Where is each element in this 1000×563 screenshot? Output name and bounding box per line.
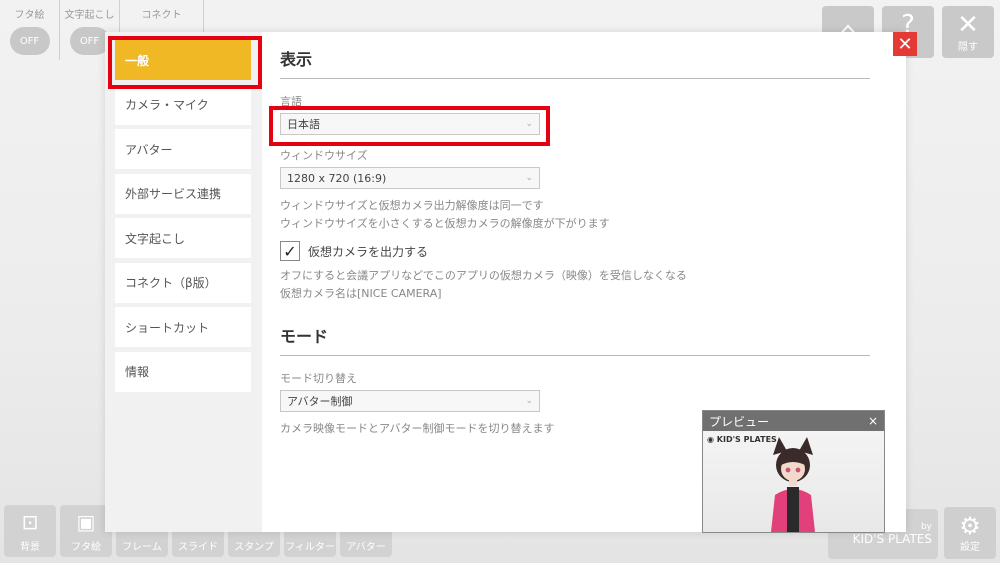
- display-section-title: 表示: [280, 46, 870, 79]
- settings-sidebar: 一般 カメラ・マイク アバター 外部サービス連携 文字起こし コネクト（β版） …: [105, 32, 262, 532]
- brand-name: KID'S PLATES: [852, 532, 932, 546]
- settings-content: 表示 言語 日本語 ⌄ ウィンドウサイズ 1280 x 720 (16:9) ⌄…: [280, 46, 870, 438]
- settings-button[interactable]: ⚙ 設定: [944, 507, 996, 559]
- preview-window: プレビュー × ◉ KID'S PLATES: [702, 410, 885, 533]
- preview-close-button[interactable]: ×: [868, 414, 878, 428]
- preview-header: プレビュー ×: [703, 411, 884, 431]
- mode-switch-label: モード切り替え: [280, 372, 357, 385]
- button-label: アバター: [346, 542, 386, 553]
- mode-section-title: モード: [280, 323, 870, 356]
- virtual-camera-label: 仮想カメラを出力する: [308, 244, 429, 259]
- hide-label: 隠す: [958, 41, 978, 53]
- sidebar-item-camera-mic[interactable]: カメラ・マイク: [115, 84, 251, 125]
- sidebar-item-avatar[interactable]: アバター: [115, 129, 251, 169]
- mode-value: アバター制御: [287, 395, 353, 408]
- by-label: by: [920, 522, 932, 532]
- button-label: フレーム: [122, 542, 162, 553]
- sidebar-item-shortcuts[interactable]: ショートカット: [115, 307, 251, 347]
- hide-button[interactable]: ✕ 隠す: [942, 6, 994, 58]
- check-icon: ✓: [283, 241, 297, 261]
- toggle-switch[interactable]: OFF: [69, 27, 110, 55]
- toggle-label: フタ絵: [14, 10, 45, 21]
- button-label: フタ絵: [71, 542, 101, 553]
- chevron-down-icon: ⌄: [525, 396, 533, 406]
- gear-icon: ⚙: [959, 511, 981, 540]
- language-select[interactable]: 日本語 ⌄: [280, 113, 540, 135]
- lid-picture-icon: ▣: [76, 510, 96, 534]
- background-icon: ⊡: [21, 510, 39, 534]
- toggle-label: 文字起こし: [64, 10, 115, 21]
- preview-canvas: ◉ KID'S PLATES: [703, 431, 884, 532]
- button-label: スライド: [178, 542, 218, 553]
- button-label: フィルター: [285, 542, 335, 553]
- window-size-label: ウィンドウサイズ: [280, 149, 368, 162]
- button-label: スタンプ: [234, 542, 274, 553]
- close-icon: ✕: [897, 33, 913, 55]
- settings-label: 設定: [960, 541, 980, 553]
- sidebar-item-connect-beta[interactable]: コネクト（β版）: [115, 262, 251, 303]
- window-size-help-1: ウィンドウサイズと仮想カメラ出力解像度は同一です: [280, 199, 544, 212]
- toggle-switch[interactable]: OFF: [9, 27, 50, 55]
- chevron-down-icon: ⌄: [525, 119, 533, 129]
- avatar-image: [771, 437, 815, 532]
- background-button[interactable]: ⊡ 背景: [4, 505, 56, 557]
- window-size-help-2: ウィンドウサイズを小さくすると仮想カメラの解像度が下がります: [280, 217, 610, 230]
- window-size-select[interactable]: 1280 x 720 (16:9) ⌄: [280, 167, 540, 189]
- virtual-camera-help-2: 仮想カメラ名は[NICE CAMERA]: [280, 287, 442, 300]
- sidebar-item-transcription[interactable]: 文字起こし: [115, 218, 251, 258]
- close-button[interactable]: ✕: [893, 32, 917, 56]
- toggle-futae: フタ絵 OFF: [0, 0, 60, 60]
- language-value: 日本語: [287, 118, 320, 131]
- chevron-down-icon: ⌄: [525, 173, 533, 183]
- mode-select[interactable]: アバター制御 ⌄: [280, 390, 540, 412]
- button-label: 背景: [20, 542, 40, 553]
- language-label: 言語: [280, 95, 302, 108]
- sidebar-item-external-services[interactable]: 外部サービス連携: [115, 173, 251, 214]
- virtual-camera-row: ✓ 仮想カメラを出力する: [280, 241, 870, 261]
- preview-title: プレビュー: [709, 414, 770, 429]
- sidebar-item-general[interactable]: 一般: [115, 40, 251, 80]
- virtual-camera-checkbox[interactable]: ✓: [280, 241, 300, 261]
- virtual-camera-help-1: オフにすると会議アプリなどでこのアプリの仮想カメラ（映像）を受信しなくなる: [280, 269, 687, 282]
- window-size-value: 1280 x 720 (16:9): [287, 171, 387, 185]
- close-icon: ✕: [957, 9, 979, 40]
- sidebar-item-info[interactable]: 情報: [115, 351, 251, 392]
- toggle-label: コネクト: [141, 10, 182, 21]
